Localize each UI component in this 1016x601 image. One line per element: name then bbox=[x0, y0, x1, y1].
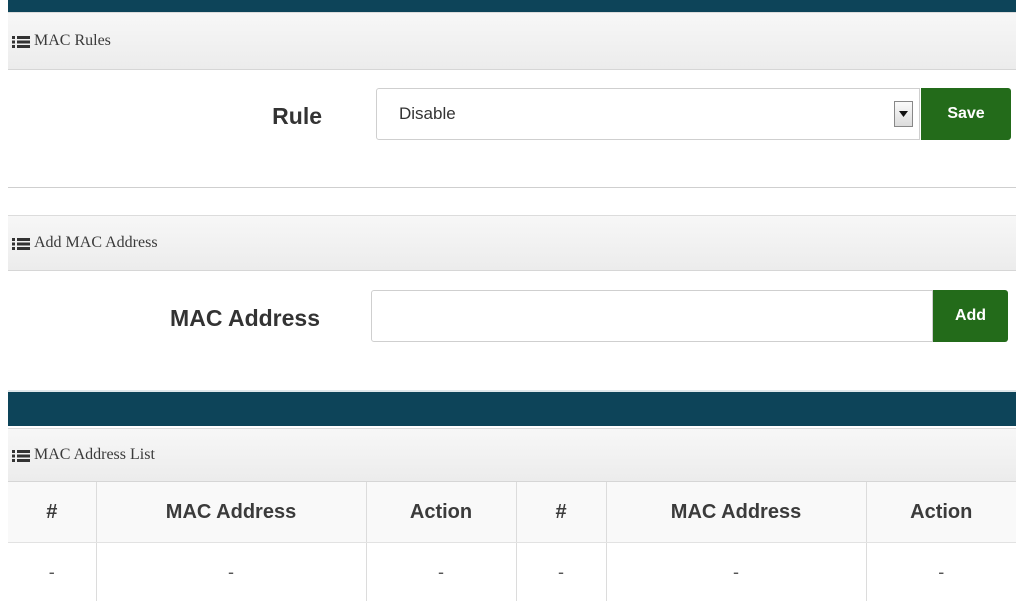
mac-address-label: MAC Address bbox=[120, 305, 320, 335]
column-header-index: # bbox=[516, 482, 606, 543]
column-header-action: Action bbox=[866, 482, 1016, 543]
section-gap bbox=[8, 189, 1016, 215]
list-icon bbox=[12, 35, 30, 47]
table-cell: - bbox=[96, 543, 366, 601]
save-button[interactable]: Save bbox=[921, 88, 1011, 140]
column-header-index: # bbox=[8, 482, 96, 543]
section-divider-bar bbox=[8, 390, 1016, 426]
column-header-mac: MAC Address bbox=[606, 482, 866, 543]
mac-list-title: MAC Address List bbox=[34, 446, 155, 464]
add-mac-title: Add MAC Address bbox=[34, 234, 158, 252]
mac-address-input[interactable] bbox=[371, 290, 933, 342]
column-header-mac: MAC Address bbox=[96, 482, 366, 543]
caret-down-icon[interactable] bbox=[894, 101, 913, 127]
rule-label: Rule bbox=[200, 103, 322, 133]
mac-rules-title: MAC Rules bbox=[34, 32, 111, 50]
mac-list-header: MAC Address List bbox=[8, 428, 1016, 482]
add-button[interactable]: Add bbox=[933, 290, 1008, 342]
add-mac-header: Add MAC Address bbox=[8, 215, 1016, 271]
mac-list-table: # MAC Address Action # MAC Address Actio… bbox=[8, 482, 1016, 601]
list-icon bbox=[12, 237, 30, 249]
table-cell: - bbox=[606, 543, 866, 601]
list-icon bbox=[12, 449, 30, 461]
top-accent-bar bbox=[8, 0, 1016, 12]
table-row: - - - - - - bbox=[8, 543, 1016, 601]
rule-select-value: Disable bbox=[377, 104, 894, 124]
mac-rules-header: MAC Rules bbox=[8, 12, 1016, 70]
table-cell: - bbox=[366, 543, 516, 601]
table-cell: - bbox=[8, 543, 96, 601]
rule-select[interactable]: Disable bbox=[376, 88, 920, 140]
table-cell: - bbox=[516, 543, 606, 601]
table-header-row: # MAC Address Action # MAC Address Actio… bbox=[8, 482, 1016, 543]
column-header-action: Action bbox=[366, 482, 516, 543]
table-cell: - bbox=[866, 543, 1016, 601]
